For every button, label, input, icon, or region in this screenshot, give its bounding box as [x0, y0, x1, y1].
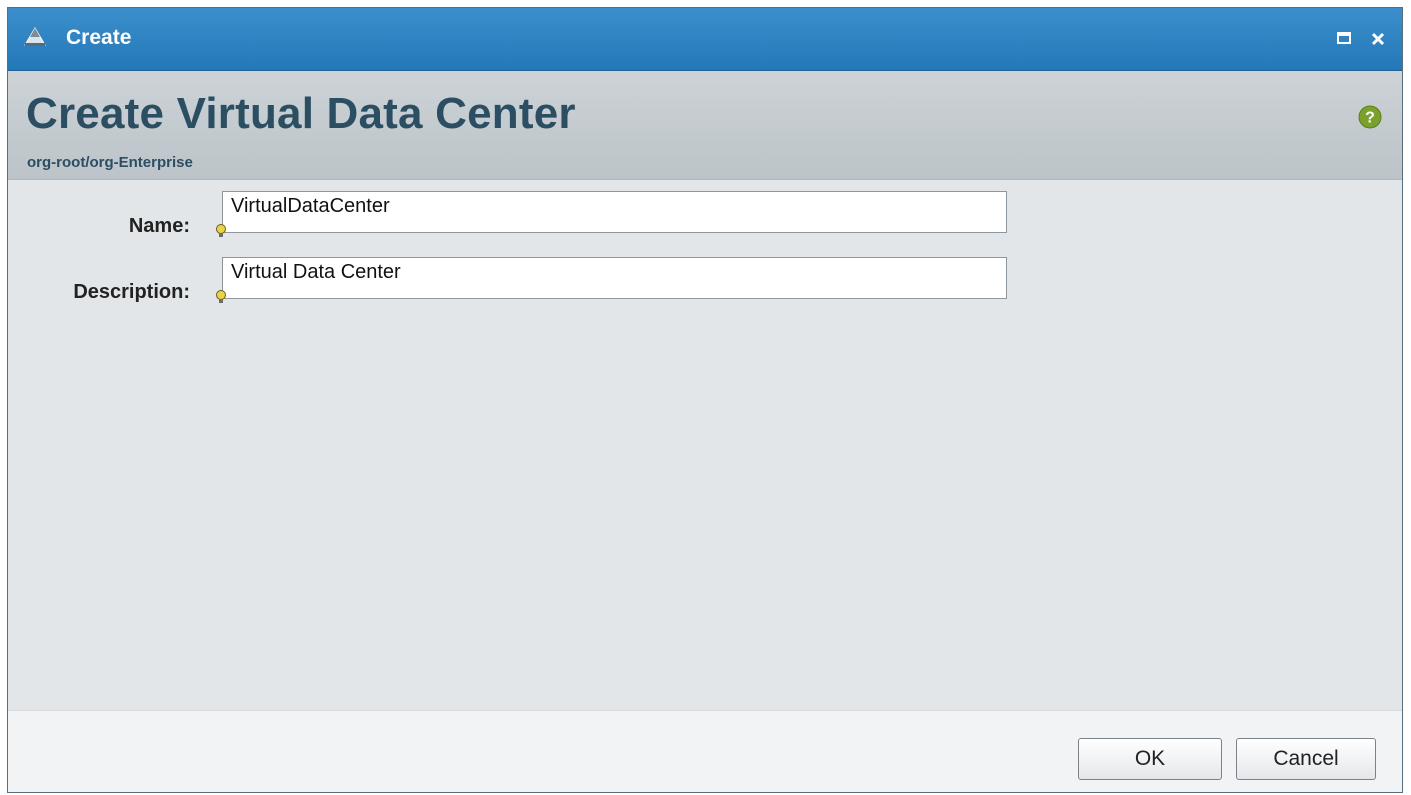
lightbulb-icon — [214, 289, 228, 305]
maximize-button[interactable] — [1332, 26, 1358, 52]
breadcrumb: org-root/org-Enterprise — [27, 154, 193, 171]
cancel-button[interactable]: Cancel — [1236, 738, 1376, 780]
title-bar[interactable]: Create — [8, 8, 1402, 71]
close-icon — [1371, 32, 1385, 46]
svg-text:?: ? — [1365, 110, 1375, 127]
name-label: Name: — [128, 215, 190, 237]
dialog-header: Create Virtual Data Center org-root/org-… — [8, 71, 1402, 180]
maximize-icon — [1337, 32, 1351, 44]
create-dialog: Create Create Virtual Data Center org-ro… — [7, 7, 1403, 793]
window-title: Create — [66, 26, 132, 49]
close-button[interactable] — [1366, 26, 1392, 52]
page-title: Create Virtual Data Center — [26, 89, 576, 138]
name-input[interactable] — [222, 191, 1007, 233]
form-area: Name: Description: — [8, 180, 1402, 710]
description-label: Description: — [73, 281, 190, 303]
help-icon[interactable]: ? — [1358, 105, 1382, 129]
description-input[interactable] — [222, 257, 1007, 299]
pyramid-icon — [24, 27, 46, 47]
dialog-footer: OK Cancel — [8, 710, 1402, 792]
ok-button[interactable]: OK — [1078, 738, 1222, 780]
lightbulb-icon — [214, 223, 228, 239]
